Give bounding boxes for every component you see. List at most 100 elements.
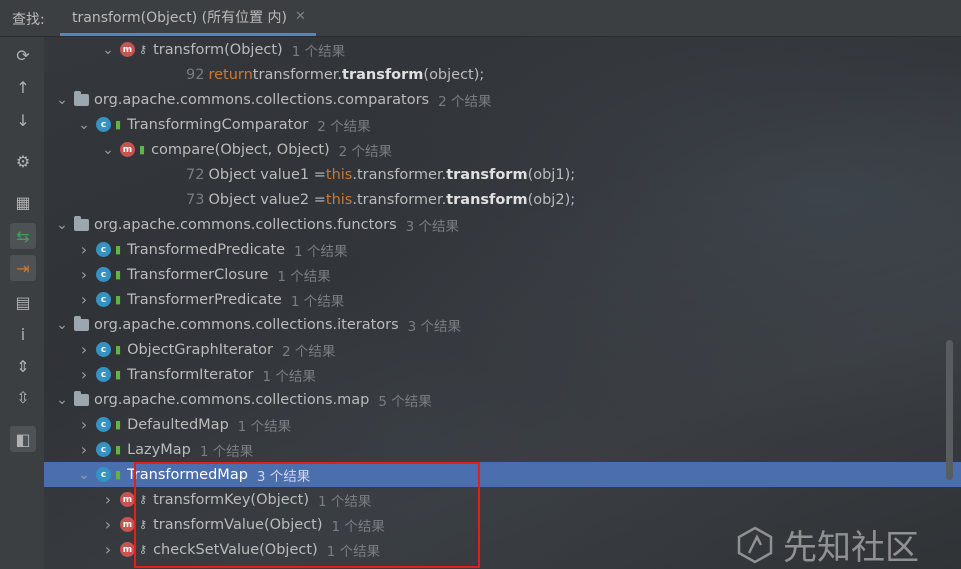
protected-key-icon: ⚷ (139, 543, 148, 556)
chevron-right-icon[interactable]: › (100, 515, 116, 534)
protected-key-icon: ⚷ (139, 493, 148, 506)
result-count: 3 个结果 (256, 468, 311, 485)
chevron-right-icon[interactable]: › (76, 340, 92, 359)
collapse-all-icon[interactable]: ⇳ (10, 384, 36, 410)
package-row[interactable]: ⌄ org.apache.commons.collections.functors… (44, 212, 961, 237)
vertical-scrollbar[interactable] (946, 340, 953, 480)
find-toolbar: ⟳ ↑ ↓ ⚙ ▦ ⇆ ⇥ ▤ i ⇕ ⇳ ◧ (0, 37, 45, 569)
class-icon: c (96, 242, 111, 257)
chevron-down-icon[interactable]: ⌄ (54, 92, 70, 108)
method-icon: m (120, 542, 135, 557)
class-row[interactable]: › c ▮ TransformIterator 1 个结果 (44, 362, 961, 387)
tree-item-label: ObjectGraphIterator (127, 341, 274, 358)
tree-item-label: org.apache.commons.collections.iterators (94, 316, 399, 333)
package-row[interactable]: ⌄ org.apache.commons.collections.map 5 个结果 (44, 387, 961, 412)
method-row[interactable]: ⌄ m ▮ compare(Object, Object) 2 个结果 (44, 137, 961, 162)
watermark-logo-icon (737, 526, 773, 563)
package-row[interactable]: ⌄ org.apache.commons.collections.iterator… (44, 312, 961, 337)
result-count: 2 个结果 (338, 143, 393, 160)
watermark: 先知社区 (735, 520, 919, 569)
chevron-down-icon[interactable]: ⌄ (54, 317, 70, 333)
watermark-text: 先知社区 (783, 528, 919, 568)
info-icon[interactable]: i (10, 321, 36, 347)
public-lock-icon: ▮ (115, 343, 122, 356)
line-number: 92 (186, 66, 205, 83)
tree-item-label: transformKey(Object) (153, 491, 309, 508)
class-row[interactable]: ⌄ c ▮ TransformingComparator 2 个结果 (44, 112, 961, 137)
method-row[interactable]: › m ⚷ transformKey(Object) 1 个结果 (44, 487, 961, 512)
group-by-icon[interactable]: ▦ (10, 189, 36, 215)
class-row[interactable]: › c ▮ DefaultedMap 1 个结果 (44, 412, 961, 437)
preview-icon[interactable]: ◧ (10, 426, 36, 452)
tab-find-results[interactable]: transform(Object) (所有位置 内) ✕ (60, 0, 316, 36)
tree-item-label: org.apache.commons.collections.functors (94, 216, 397, 233)
chevron-right-icon[interactable]: › (76, 240, 92, 259)
result-count: 1 个结果 (277, 268, 331, 285)
tree-item-label: TransformedPredicate (127, 241, 286, 258)
code-token: Object value2 = (208, 191, 326, 208)
chevron-right-icon[interactable]: › (100, 540, 116, 559)
code-token: .transformer. (352, 166, 447, 183)
arrow-up-icon[interactable]: ↑ (10, 74, 36, 100)
public-lock-icon: ▮ (115, 443, 122, 456)
chevron-right-icon[interactable]: › (76, 265, 92, 284)
line-number: 73 (186, 191, 205, 208)
refresh-icon[interactable]: ⟳ (10, 42, 36, 68)
find-tab-bar: 查找: transform(Object) (所有位置 内) ✕ (0, 0, 961, 37)
chevron-right-icon[interactable]: › (76, 415, 92, 434)
code-line-row[interactable]: 72 Object value1 = this .transformer. trans… (44, 162, 961, 187)
method-row[interactable]: ⌄ m ⚷ transform(Object) 1 个结果 (44, 37, 961, 62)
find-label: 查找: (12, 12, 45, 28)
class-row[interactable]: › c ▮ LazyMap 1 个结果 (44, 437, 961, 462)
method-icon: m (120, 142, 135, 157)
chevron-right-icon[interactable]: › (76, 290, 92, 309)
public-lock-icon: ▮ (115, 118, 122, 131)
line-number: 72 (186, 166, 205, 183)
public-lock-icon: ▮ (115, 268, 122, 281)
class-icon: c (96, 117, 111, 132)
read-access-icon[interactable]: ⇆ (10, 223, 36, 249)
chevron-down-icon[interactable]: ⌄ (100, 42, 116, 58)
code-token: (obj2); (527, 191, 576, 208)
results-tree: ⌄ m ⚷ transform(Object) 1 个结果 92 return transf… (44, 37, 961, 569)
chevron-right-icon[interactable]: › (76, 440, 92, 459)
class-row[interactable]: › c ▮ ObjectGraphIterator 2 个结果 (44, 337, 961, 362)
code-token: this (325, 191, 353, 208)
chevron-right-icon[interactable]: › (76, 365, 92, 384)
tree-item-label: transformValue(Object) (153, 516, 323, 533)
arrow-down-icon[interactable]: ↓ (10, 107, 36, 133)
close-icon[interactable]: ✕ (295, 9, 306, 24)
tree-item-label: org.apache.commons.collections.comparato… (94, 91, 430, 108)
class-icon: c (96, 367, 111, 382)
result-count: 2 个结果 (317, 118, 371, 135)
chevron-down-icon[interactable]: ⌄ (76, 467, 92, 483)
class-row[interactable]: ⌄ c ▮ TransformedMap 3 个结果 (44, 462, 961, 487)
class-icon: c (96, 442, 111, 457)
chevron-down-icon[interactable]: ⌄ (54, 217, 70, 233)
public-lock-icon: ▮ (115, 368, 122, 381)
code-line-row[interactable]: 73 Object value2 = this .transformer. trans… (44, 187, 961, 212)
result-count: 1 个结果 (199, 443, 254, 460)
expand-all-icon[interactable]: ⇕ (10, 353, 36, 379)
result-count: 1 个结果 (331, 518, 385, 535)
class-row[interactable]: › c ▮ TransformedPredicate 1 个结果 (44, 237, 961, 262)
chevron-down-icon[interactable]: ⌄ (76, 117, 92, 133)
code-token: this (325, 166, 353, 183)
folder-filter-icon[interactable]: ▤ (10, 289, 36, 315)
code-line-row[interactable]: 92 return transformer. transform (object); (44, 62, 961, 87)
chevron-right-icon[interactable]: › (100, 490, 116, 509)
write-access-icon[interactable]: ⇥ (10, 255, 36, 281)
tree-item-label: TransformIterator (127, 366, 254, 383)
tree-item-label: org.apache.commons.collections.map (94, 391, 370, 408)
package-row[interactable]: ⌄ org.apache.commons.collections.comparat… (44, 87, 961, 112)
tree-item-label: compare(Object, Object) (151, 141, 330, 158)
public-lock-icon: ▮ (139, 143, 146, 156)
class-icon: c (96, 267, 111, 282)
package-folder-icon (74, 90, 89, 106)
chevron-down-icon[interactable]: ⌄ (100, 142, 116, 158)
class-row[interactable]: › c ▮ TransformerClosure 1 个结果 (44, 262, 961, 287)
gear-icon[interactable]: ⚙ (10, 148, 36, 174)
chevron-down-icon[interactable]: ⌄ (54, 392, 70, 408)
code-token: .transformer. (352, 191, 447, 208)
class-row[interactable]: › c ▮ TransformerPredicate 1 个结果 (44, 287, 961, 312)
